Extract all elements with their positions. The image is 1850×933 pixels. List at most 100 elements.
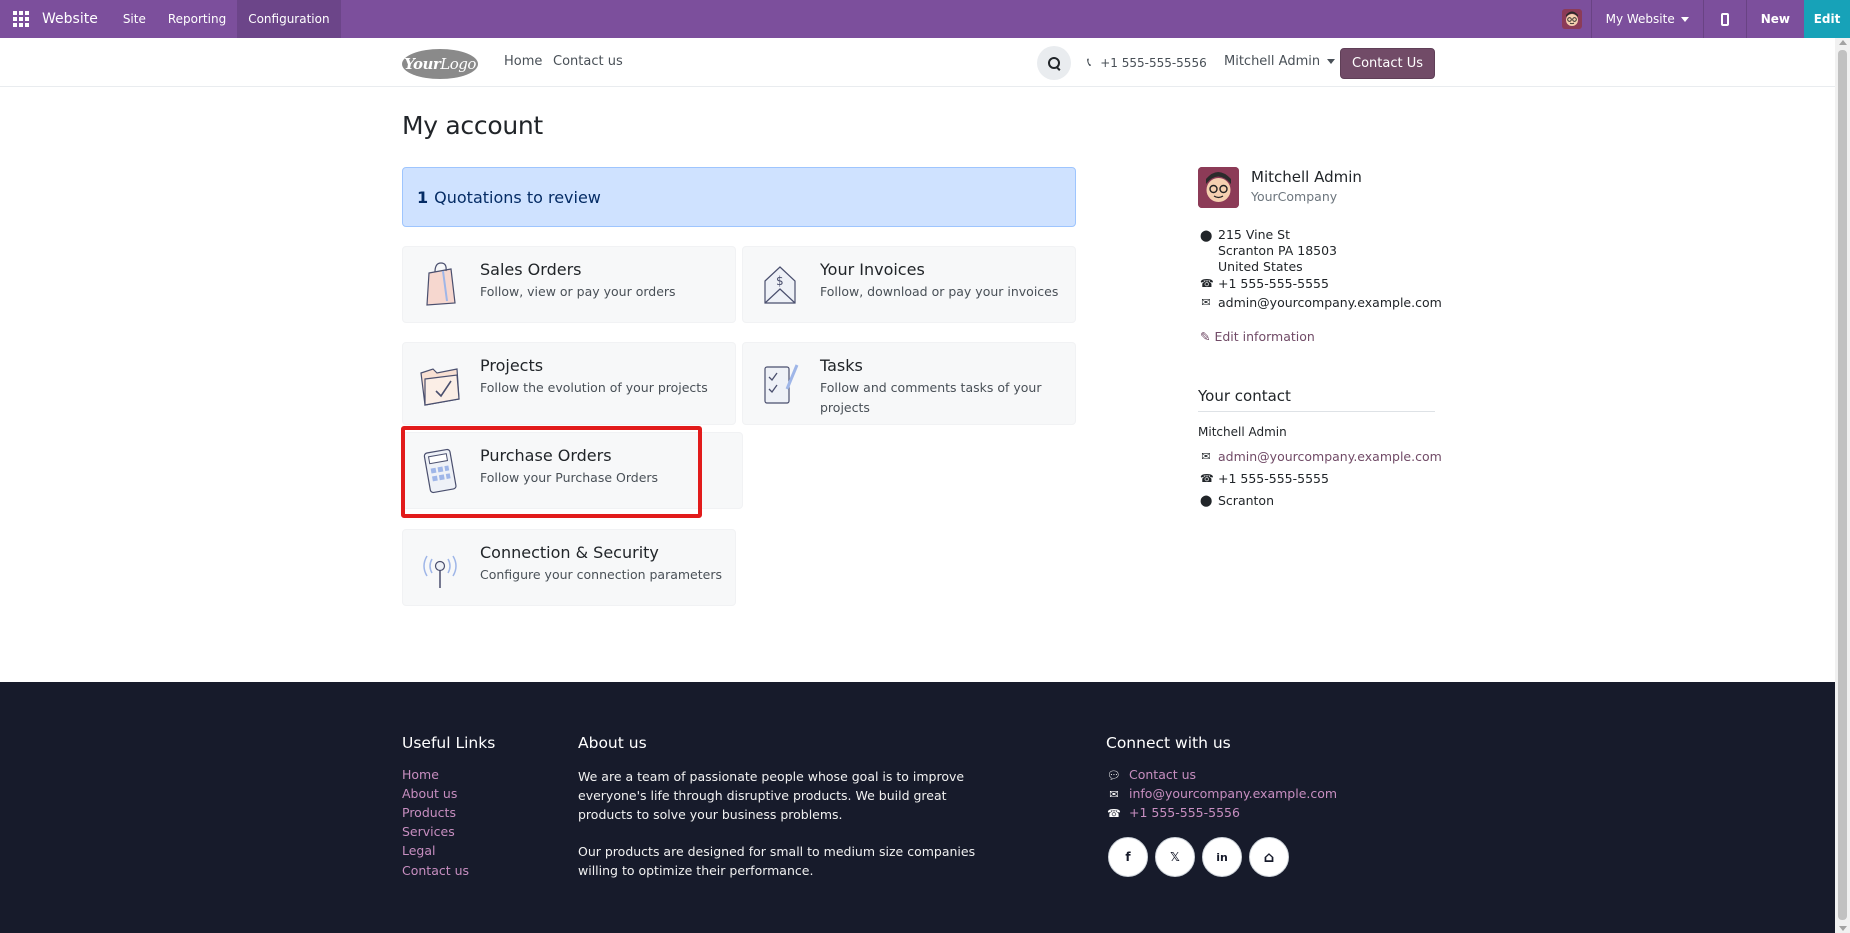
scrollbar-thumb[interactable] — [1838, 50, 1847, 920]
invoice-envelope-icon: $ — [764, 266, 796, 304]
edit-information-label: Edit information — [1214, 329, 1315, 344]
profile-avatar — [1198, 167, 1239, 208]
new-button[interactable]: New — [1747, 0, 1804, 38]
divider — [1198, 411, 1435, 412]
app-brand[interactable]: Website — [42, 11, 98, 27]
about-heading: About us — [578, 734, 647, 752]
contact-us-button[interactable]: Contact Us — [1340, 48, 1435, 79]
phone-icon: 📞︎ — [1087, 55, 1092, 69]
logo-text-bold: Your — [404, 55, 441, 73]
shopping-bag-icon — [426, 262, 456, 306]
facebook-icon[interactable]: f — [1108, 837, 1148, 877]
map-marker-icon: ⬤ — [1200, 494, 1213, 507]
quotations-text: Quotations to review — [434, 187, 601, 207]
x-twitter-icon[interactable]: 𝕏 — [1155, 837, 1195, 877]
caret-down-icon — [1327, 59, 1336, 64]
footer-phone[interactable]: +1 555-555-5556 — [1129, 805, 1240, 820]
apps-menu-icon[interactable] — [0, 0, 42, 38]
card-title: Connection & Security — [480, 543, 659, 562]
menu-reporting[interactable]: Reporting — [157, 0, 237, 38]
contact-phone: +1 555-555-5555 — [1218, 471, 1329, 486]
folder-check-icon — [420, 368, 460, 406]
website-switcher-label: My Website — [1605, 12, 1675, 26]
avatar-icon — [1561, 9, 1582, 29]
contact-city: Scranton — [1218, 493, 1274, 508]
scroll-up-arrow-icon[interactable] — [1839, 40, 1847, 45]
footer-contact-us[interactable]: Contact us — [1129, 767, 1196, 782]
card-connection-security[interactable]: Connection & Security Configure your con… — [402, 529, 736, 606]
card-your-invoices[interactable]: $ Your Invoices Follow, download or pay … — [742, 246, 1076, 323]
page-root: { "admin_bar": { "brand": "Website", "me… — [0, 0, 1850, 933]
site-logo[interactable]: Your Logo — [402, 49, 478, 79]
profile-email: admin@yourcompany.example.com — [1218, 295, 1442, 310]
envelope-icon: ✉ — [1201, 296, 1211, 309]
quotations-alert[interactable]: 1 Quotations to review — [402, 167, 1076, 227]
search-icon — [1047, 56, 1061, 70]
svg-text:$: $ — [776, 274, 784, 288]
mobile-icon — [1720, 12, 1729, 26]
site-footer: Useful Links Home About us Products Serv… — [0, 682, 1835, 933]
nav-home[interactable]: Home — [504, 54, 542, 69]
contact-email-link[interactable]: admin@yourcompany.example.com — [1218, 449, 1442, 464]
address-line-3: United States — [1218, 259, 1303, 274]
caret-down-icon — [1680, 16, 1689, 22]
connect-heading: Connect with us — [1106, 734, 1231, 752]
home-icon[interactable]: ⌂ — [1249, 837, 1289, 877]
search-button[interactable] — [1037, 46, 1071, 80]
pencil-icon: ✎ — [1200, 329, 1211, 344]
footer-link-services[interactable]: Services — [402, 824, 455, 839]
address-line-2: Scranton PA 18503 — [1218, 243, 1338, 258]
address-line-1: 215 Vine St — [1218, 227, 1291, 242]
footer-link-legal[interactable]: Legal — [402, 843, 436, 858]
footer-link-products[interactable]: Products — [402, 805, 456, 820]
card-description: Follow, view or pay your orders — [480, 284, 676, 299]
profile-phone: +1 555-555-5555 — [1218, 276, 1329, 291]
website-switcher[interactable]: My Website — [1592, 0, 1703, 38]
card-title: Your Invoices — [820, 260, 925, 279]
edit-information-link[interactable]: ✎ Edit information — [1200, 329, 1315, 344]
card-description: Configure your connection parameters — [480, 567, 722, 582]
card-sales-orders[interactable]: Sales Orders Follow, view or pay your or… — [402, 246, 736, 323]
card-description: Follow and comments tasks of your projec… — [820, 380, 1042, 415]
card-description: Follow the evolution of your projects — [480, 380, 708, 395]
site-header: Your Logo Home Contact us 📞︎ +1 555-555-5… — [0, 38, 1835, 87]
card-description: Follow your Purchase Orders — [480, 470, 659, 485]
about-paragraph-2: Our products are designed for small to m… — [578, 844, 976, 878]
card-purchase-orders[interactable]: Purchase Orders Follow your Purchase Ord… — [402, 432, 743, 509]
header-phone[interactable]: 📞︎ +1 555-555-5556 — [1087, 55, 1207, 70]
menu-configuration[interactable]: Configuration — [237, 0, 341, 38]
linkedin-icon[interactable]: in — [1202, 837, 1242, 877]
calculator-icon — [423, 448, 457, 494]
mobile-preview-button[interactable] — [1704, 0, 1746, 38]
user-menu[interactable]: Mitchell Admin — [1224, 54, 1336, 69]
quotations-count: 1 — [417, 187, 429, 207]
admin-navbar-right: My Website New Edit — [1553, 0, 1850, 38]
user-menu-label: Mitchell Admin — [1224, 54, 1321, 69]
nav-contact-us[interactable]: Contact us — [553, 54, 623, 69]
footer-link-home[interactable]: Home — [402, 767, 439, 782]
comment-icon: 💬︎ — [1107, 769, 1121, 782]
card-projects[interactable]: Projects Follow the evolution of your pr… — [402, 342, 736, 425]
avatar-icon — [1198, 167, 1239, 208]
envelope-icon: ✉ — [1109, 788, 1119, 801]
about-paragraph-1: We are a team of passionate people whose… — [578, 769, 965, 822]
header-phone-number: +1 555-555-5556 — [1100, 55, 1207, 70]
card-title: Sales Orders — [480, 260, 582, 279]
footer-link-contact[interactable]: Contact us — [402, 863, 469, 878]
admin-navbar: Website Site Reporting Configuration My … — [0, 0, 1850, 38]
vertical-scrollbar[interactable] — [1835, 38, 1850, 933]
profile-name: Mitchell Admin — [1251, 168, 1362, 186]
user-avatar[interactable] — [1553, 0, 1591, 38]
edit-button[interactable]: Edit — [1804, 0, 1850, 38]
card-tasks[interactable]: Tasks Follow and comments tasks of your … — [742, 342, 1076, 425]
profile-company: YourCompany — [1251, 189, 1338, 204]
phone-icon: ☎ — [1200, 472, 1214, 485]
footer-link-about[interactable]: About us — [402, 786, 457, 801]
footer-email[interactable]: info@yourcompany.example.com — [1129, 786, 1337, 801]
card-description: Follow, download or pay your invoices — [820, 284, 1059, 299]
your-contact-heading: Your contact — [1198, 387, 1291, 405]
card-title: Projects — [480, 356, 544, 375]
phone-icon: ☎ — [1107, 807, 1121, 820]
menu-site[interactable]: Site — [112, 0, 157, 38]
scroll-down-arrow-icon[interactable] — [1839, 926, 1847, 931]
